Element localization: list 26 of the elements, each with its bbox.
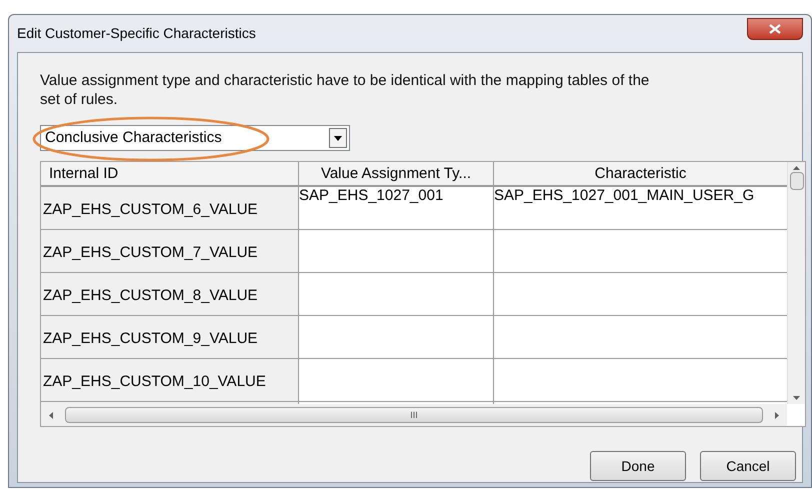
scroll-thumb[interactable] xyxy=(790,172,804,190)
scroll-left-icon xyxy=(49,412,53,418)
table-cell: SAP_EHS_1027_001 xyxy=(299,187,444,204)
vertical-scrollbar[interactable] xyxy=(787,162,805,404)
row-header-cell: ZAP_EHS_CUSTOM_7_VALUE xyxy=(41,230,299,272)
scroll-down-icon xyxy=(793,396,800,400)
category-dropdown[interactable]: Conclusive Characteristics xyxy=(40,125,350,151)
close-button[interactable] xyxy=(747,18,803,40)
done-button[interactable]: Done xyxy=(590,451,686,481)
cancel-button[interactable]: Cancel xyxy=(700,451,796,481)
row-header-cell: ZAP_EHS_CUSTOM_8_VALUE xyxy=(41,273,299,315)
caret-icon xyxy=(334,136,342,140)
scroll-up-icon xyxy=(793,166,800,170)
row-header-cell: ZAP_EHS_CUSTOM_10_VALUE xyxy=(41,359,299,401)
window-title: Edit Customer-Specific Characteristics xyxy=(17,24,256,43)
column-header[interactable]: Characteristic xyxy=(494,162,787,185)
row-header-cell: ZAP_EHS_CUSTOM_9_VALUE xyxy=(41,316,299,358)
horizontal-scrollbar[interactable]: III xyxy=(41,404,787,426)
row-header-cell: ZAP_EHS_CUSTOM_6_VALUE xyxy=(41,187,299,229)
column-header[interactable]: Value Assignment Ty... xyxy=(299,162,494,185)
instruction-text: Value assignment type and characteristic have to be identical with the mapping tables of the set of rules. xyxy=(40,71,650,109)
scroll-grip: III xyxy=(410,410,418,420)
table-cell: SAP_EHS_1027_001_MAIN_USER_G xyxy=(494,187,754,204)
close-icon xyxy=(769,24,781,34)
scroll-right-icon xyxy=(775,412,779,418)
column-header[interactable]: Internal ID xyxy=(41,162,299,185)
